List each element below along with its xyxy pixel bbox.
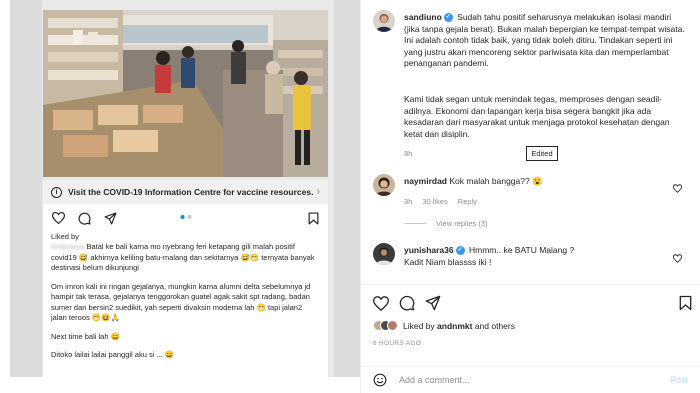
comment-icon[interactable] [399,295,415,311]
carousel-dots [180,215,191,219]
caption-paragraph: Om imron kali ini ringan gejalanya, mung… [51,281,311,323]
store-photo [43,10,328,177]
share-icon[interactable] [425,295,441,311]
view-replies-label: View replies (3) [436,219,488,228]
view-replies-button[interactable]: View replies (3) [404,219,488,228]
embedded-liked-by: Liked by [51,232,79,241]
comment-icon [77,211,91,225]
embedded-action-bar [51,204,320,232]
comment-main: sandiuno ✓ Sudah tahu positif seharusnya … [404,12,689,70]
comment-item: naymirdad Kok malah bangga?? 😮 [404,176,664,188]
liked-by-row: Liked by andnmkt and others [373,320,515,331]
comment-text: Kok malah bangga?? 😮 [449,176,543,186]
comment-time: 3h [404,197,413,206]
covid-info-banner[interactable]: i Visit the COVID-19 Information Centre … [43,180,328,204]
comment-username[interactable]: sandiuno [404,12,442,22]
avatar[interactable] [373,174,395,196]
comment-meta: 3h 30 likes Reply [404,197,477,206]
action-bar [373,293,693,313]
avatar[interactable] [373,10,395,32]
liked-by-label: Liked by [403,320,438,331]
comment-main-meta: 8h Edited [404,146,558,161]
comment-username[interactable]: yunishara36 [404,245,454,255]
bookmark-icon [306,211,320,225]
emoji-icon[interactable] [373,373,387,387]
embedded-caption: lorilpowsa Batal ke bali karna mo nyebra… [51,242,320,274]
heart-icon[interactable] [672,180,683,193]
comments-panel: sandiuno ✓ Sudah tahu positif seharusnya … [360,0,700,393]
chevron-right-icon: › [316,186,320,198]
comment-main-paragraph-2: Kami tidak segan untuk menindak tegas, m… [404,94,670,139]
caption-username: lorilpowsa [51,242,85,251]
verified-icon: ✓ [443,13,453,23]
embedded-post-card: Liked by lorilpowsa Batal ke bali karna … [43,204,328,377]
covid-banner-text: Visit the COVID-19 Information Centre fo… [68,187,314,197]
heart-icon [51,211,65,225]
info-icon: i [51,186,62,198]
comment-text-line-2: Kadit Niam blassss iki ! [404,256,492,267]
share-icon [103,211,117,225]
comment-time: 8h [404,149,413,158]
heart-icon[interactable] [373,295,389,311]
comment-text: Hmmm.. ke BATU Malang ? [469,245,575,255]
bookmark-icon[interactable] [677,295,693,311]
comment-username[interactable]: naymirdad [404,176,447,186]
post-timestamp[interactable]: 8 HOURS AGO [373,340,421,347]
liked-by-suffix[interactable]: and others [472,321,515,331]
comment-input[interactable] [399,375,670,385]
caption-text: Batal ke bali karna mo nyebrang feri ket… [51,242,315,272]
heart-icon[interactable] [672,250,683,263]
post-button[interactable]: Post [670,375,688,385]
caption-paragraph: Ditoko lailai lailai panggil aku si ... … [51,350,175,359]
edited-tooltip: Edited [526,146,558,161]
comment-item: yunishara36 ✓ Hmmm.. ke BATU Malang ? Kad… [404,245,664,268]
embedded-post-panel: i Visit the COVID-19 Information Centre … [0,0,360,393]
avatar [387,320,398,331]
avatar[interactable] [373,243,395,265]
verified-icon: ✓ [455,246,465,256]
comment-likes[interactable]: 30 likes [422,197,447,206]
liked-by-user[interactable]: andnmkt [437,321,472,331]
add-comment-bar: Post [361,366,700,393]
reply-button[interactable]: Reply [458,197,477,206]
caption-paragraph: Next time bali lah 😄 [51,331,120,341]
